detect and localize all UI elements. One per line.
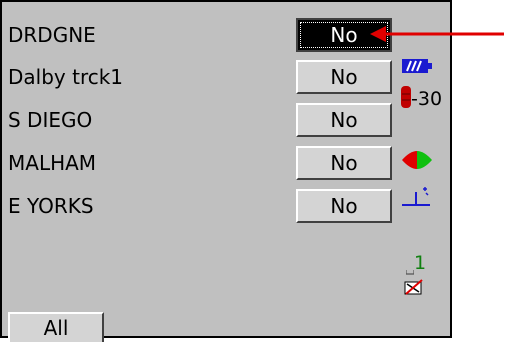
signal-value: -30 — [411, 88, 443, 110]
value-button[interactable]: No — [296, 60, 392, 94]
battery-icon — [402, 59, 432, 73]
list-item-row-3: S DIEGO No — [2, 101, 394, 145]
track-icon — [406, 270, 414, 275]
waypoint-icon — [402, 187, 430, 206]
value-button[interactable]: No — [296, 146, 392, 180]
direction-icon — [402, 151, 432, 169]
list-item-label: E YORKS — [8, 194, 94, 218]
list-item-row-4: MALHAM No — [2, 144, 394, 188]
device-screen: DRDGNE No Dalby trck1 No S DIEGO No MALH… — [0, 0, 452, 342]
list-item-row-2: Dalby trck1 No — [2, 58, 394, 102]
list-item-row-5: E YORKS No — [2, 187, 394, 231]
annotation-arrow — [370, 26, 504, 42]
signal-icon — [401, 86, 411, 108]
track-index: 1 — [414, 252, 427, 274]
disabled-edit-icon — [404, 279, 423, 295]
list-item-row-1: DRDGNE No — [2, 16, 394, 60]
list-item-label: MALHAM — [8, 151, 97, 175]
value-button[interactable]: No — [296, 103, 392, 137]
value-button[interactable]: No — [296, 189, 392, 223]
list-item-label: Dalby trck1 — [8, 65, 124, 89]
list-item-label: S DIEGO — [8, 108, 93, 132]
list-item-label: DRDGNE — [8, 23, 96, 47]
status-column: -30 1 — [394, 2, 450, 336]
